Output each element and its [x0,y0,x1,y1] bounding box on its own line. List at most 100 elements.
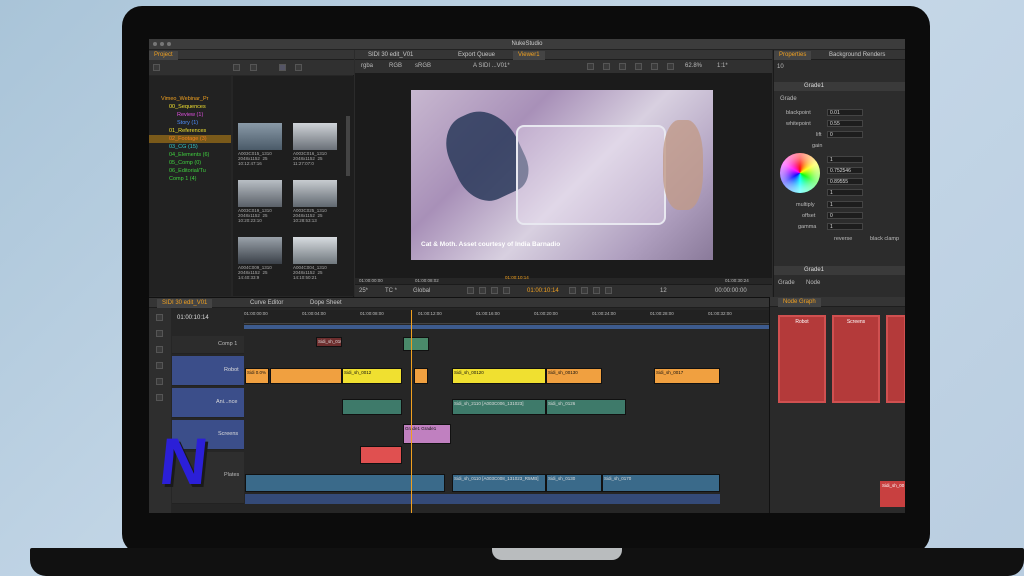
black-clamp-checkbox[interactable]: black clamp [870,236,899,242]
timeline-clip[interactable] [403,337,429,351]
tab-grade[interactable]: Grade [778,280,795,286]
timeline-audio-track[interactable] [245,494,720,504]
gain-a-field[interactable]: 1 [827,189,863,196]
ratio-select[interactable]: 1:1* [717,63,728,69]
detail-view-icon[interactable] [295,64,302,71]
colorspace-select[interactable]: RGB [389,63,402,69]
timeline-clip[interactable]: Sidi_sh_0017 [654,368,720,384]
grid-view-icon[interactable] [279,64,286,71]
tab-node[interactable]: Node [806,280,820,286]
track-header[interactable]: Comp 1 [172,336,244,354]
tab-timeline[interactable]: SIDI 30 edit_V01 [157,299,213,308]
tree-item[interactable]: Review (1) [177,112,203,119]
timeline-ruler[interactable]: 01:00:00:00 01:00:04:00 01:00:08:00 01:0… [244,310,769,324]
tab-sequence[interactable]: SIDI 30 edit_V01 [363,51,418,60]
fps-select[interactable]: 25* [359,288,368,294]
razor-tool-icon[interactable] [156,346,163,353]
tree-item[interactable]: 01_References [169,128,206,135]
lut-select[interactable]: sRGB [415,63,431,69]
compare-icon[interactable] [651,63,658,70]
track-header[interactable]: Ani...nce [172,388,244,418]
timeline-clip[interactable] [360,446,402,464]
project-menu-icon[interactable] [153,64,160,71]
clip-thumbnail[interactable] [238,123,282,150]
bin-scrollbar[interactable] [346,116,350,176]
list-view-icon[interactable] [233,64,240,71]
tab-background-renders[interactable]: Background Renders [824,51,890,60]
timeline-clip[interactable]: Sidi_sh_0126 [546,399,626,415]
ripple-tool-icon[interactable] [156,330,163,337]
mask-icon[interactable] [635,63,642,70]
timeline-clip[interactable]: Sidi_sh_0110 [A003C008_131023_R5MB] [452,474,546,492]
hand-tool-icon[interactable] [156,378,163,385]
input-a-select[interactable]: A SIDI ...V01* [473,63,510,69]
next-key-icon[interactable] [593,287,600,294]
timeline-clip[interactable] [270,368,342,384]
color-wheel[interactable] [780,153,820,193]
tree-item[interactable]: 03_CG (15) [169,144,198,151]
select-tool-icon[interactable] [156,314,163,321]
node-backdrop-3[interactable] [886,315,905,403]
timeline-clip[interactable]: Sidi_sh_2110 [A003C006_131023] [452,399,546,415]
step-back-icon[interactable] [491,287,498,294]
blackpoint-field[interactable]: 0.01 [827,109,863,116]
global-select[interactable]: Global [413,288,430,294]
lift-field[interactable]: 0 [827,131,863,138]
step-forward-icon[interactable] [581,287,588,294]
tab-dope-sheet[interactable]: Dope Sheet [305,299,347,308]
tree-item[interactable]: Comp 1 (4) [169,176,197,183]
node-backdrop-robot[interactable]: Robot [778,315,826,403]
slip-tool-icon[interactable] [156,362,163,369]
node2-name[interactable]: Grade1 [804,267,824,273]
timeline-clip[interactable] [414,368,428,384]
frame-step[interactable]: 12 [660,288,667,294]
tab-project[interactable]: Project [149,51,178,60]
tab-export-queue[interactable]: Export Queue [453,51,500,60]
panel-count[interactable]: 10 [777,64,784,70]
zoom-select[interactable]: 62.8% [685,63,702,69]
gain-r-field[interactable]: 1 [827,156,863,163]
timeline-clip[interactable] [245,474,445,492]
clip-thumbnail[interactable] [293,123,337,150]
gain-g-field[interactable]: 0.752546 [827,167,863,174]
tree-item[interactable]: Vimeo_Webinar_Pr [161,96,209,103]
clip-thumbnail[interactable] [238,237,282,264]
track-header[interactable]: Robot [172,356,244,386]
offset-field[interactable]: 0 [827,212,863,219]
timeline-clip[interactable]: Sidi_sh_00130 [546,368,602,384]
last-frame-icon[interactable] [605,287,612,294]
timeline-clip[interactable] [342,399,402,415]
tab-node-graph[interactable]: Node Graph [778,298,821,307]
gamma-field[interactable]: 1 [827,223,863,230]
tree-item[interactable]: 00_Sequences [169,104,206,111]
node-name[interactable]: Grade1 [804,83,824,89]
tree-item[interactable]: 06_Editorial/Tu [169,168,206,175]
tab-properties[interactable]: Properties [774,51,812,60]
whitepoint-field[interactable]: 0.55 [827,120,863,127]
reverse-checkbox[interactable]: reverse [834,236,852,242]
timeline-timecode[interactable]: 01:00:10:14 [177,315,209,321]
timeline-clip[interactable]: Sidi_sh_010 [316,337,342,347]
node-read[interactable]: Sidi_sh_00 [880,481,905,507]
tc-select[interactable]: TC * [385,288,397,294]
current-timecode[interactable]: 01:00:10:14 [527,288,559,294]
playhead[interactable] [411,310,412,513]
timeline-clip[interactable]: Sidi_sh_0170 [602,474,720,492]
play-back-icon[interactable] [503,287,510,294]
clip-thumbnail[interactable] [293,180,337,207]
multiply-field[interactable]: 1 [827,201,863,208]
tree-item[interactable]: 05_Comp (0) [169,160,201,167]
tab-viewer[interactable]: Viewer1 [513,51,545,60]
channels-select[interactable]: rgba [361,63,373,69]
gain-b-field[interactable]: 0.89555 [827,178,863,185]
timeline-clip[interactable]: Sidi_sh_0130 [546,474,602,492]
viewer-timebar[interactable]: 01:00:00:00 01:00:08:02 01:00:10:14 01:0… [355,275,772,284]
tree-item[interactable]: 04_Elements (6) [169,152,209,159]
timeline-clip[interactable]: Sidi 0.0% [245,368,269,384]
viewer-frame[interactable]: Cat & Moth. Asset courtesy of India Barn… [411,90,713,260]
node-backdrop-screens[interactable]: Screens [832,315,880,403]
camera-icon[interactable] [587,63,594,70]
timeline-clip[interactable]: Sidi_sh_0012 [342,368,402,384]
clip-thumbnail[interactable] [238,180,282,207]
zoom-tool-icon[interactable] [156,394,163,401]
